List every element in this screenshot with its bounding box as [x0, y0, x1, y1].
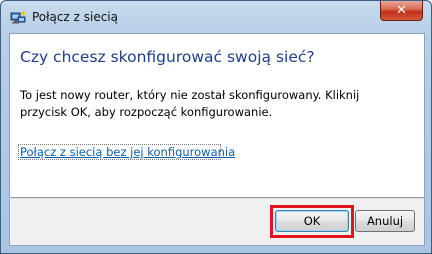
- close-icon: ✕: [396, 3, 407, 18]
- dialog-heading: Czy chcesz skonfigurować swoją sieć?: [20, 48, 315, 66]
- button-bar: OK Anuluj: [9, 198, 425, 246]
- connect-without-setup-link[interactable]: Połącz z siecią bez jej konfigurowania: [20, 145, 235, 159]
- cancel-button[interactable]: Anuluj: [355, 210, 415, 232]
- ok-button-highlight: [270, 205, 354, 238]
- close-button[interactable]: ✕: [380, 1, 423, 21]
- dialog-body-text: To jest nowy router, który nie został sk…: [20, 88, 360, 119]
- network-icon: [10, 10, 26, 26]
- window-title: Połącz z siecią: [32, 10, 118, 24]
- content-panel: Czy chcesz skonfigurować swoją sieć? To …: [9, 33, 425, 198]
- title-bar[interactable]: Połącz z siecią ✕: [1, 1, 431, 33]
- dialog-window: Połącz z siecią ✕ Czy chcesz skonfigurow…: [0, 0, 432, 254]
